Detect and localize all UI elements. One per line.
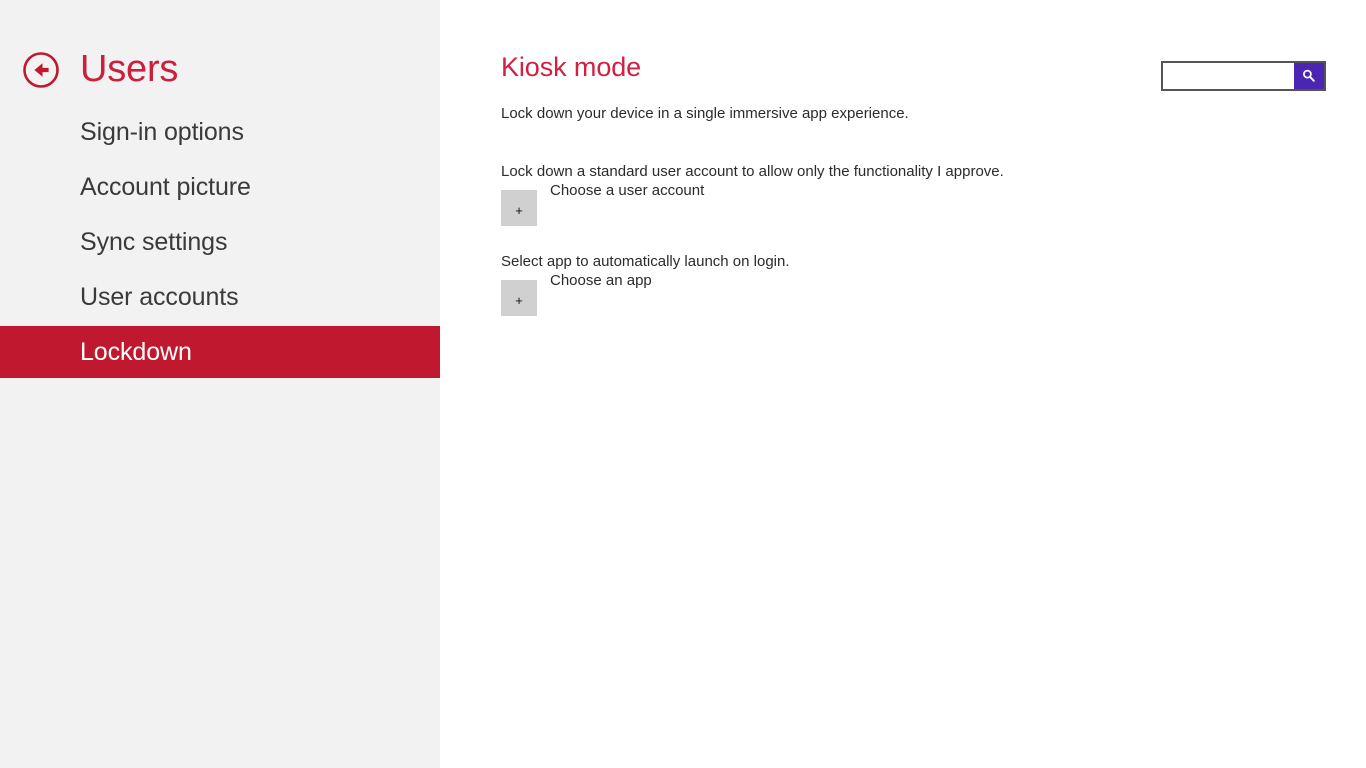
search-box xyxy=(1161,61,1326,91)
sidebar: Users Sign-in options Account picture Sy… xyxy=(0,0,440,768)
choose-app-button[interactable]: + xyxy=(501,280,537,316)
section-launch-app: Select app to automatically launch on lo… xyxy=(501,253,790,316)
section-row: + Choose an app xyxy=(501,272,790,316)
page-title: Users xyxy=(80,48,179,90)
sidebar-item-label: Sync settings xyxy=(80,227,228,256)
sidebar-item-label: Sign-in options xyxy=(80,117,244,146)
content-heading: Kiosk mode xyxy=(501,52,642,82)
sidebar-item-account-picture[interactable]: Account picture xyxy=(0,161,440,213)
sidebar-item-label: Account picture xyxy=(80,172,251,201)
search-input[interactable] xyxy=(1163,63,1294,89)
choose-app-caption: Choose an app xyxy=(550,272,652,289)
plus-icon: + xyxy=(515,293,523,308)
choose-user-account-caption: Choose a user account xyxy=(550,182,705,199)
sidebar-item-label: User accounts xyxy=(80,282,239,311)
main-content: Kiosk mode Lock down your device in a si… xyxy=(440,0,1366,768)
sidebar-item-label: Lockdown xyxy=(80,337,192,366)
sidebar-item-lockdown[interactable]: Lockdown xyxy=(0,326,440,378)
back-arrow-circle-icon xyxy=(23,52,59,88)
search-submit-button[interactable] xyxy=(1294,63,1324,89)
search-icon xyxy=(1303,69,1315,82)
back-button[interactable] xyxy=(22,51,60,89)
section-user-account: Lock down a standard user account to all… xyxy=(501,163,1004,226)
sidebar-item-sign-in-options[interactable]: Sign-in options xyxy=(0,106,440,158)
section-row: + Choose a user account xyxy=(501,182,1004,226)
choose-user-account-button[interactable]: + xyxy=(501,190,537,226)
content-subtitle: Lock down your device in a single immers… xyxy=(501,105,909,122)
section-label: Lock down a standard user account to all… xyxy=(501,163,1004,180)
plus-icon: + xyxy=(515,203,523,218)
sidebar-item-sync-settings[interactable]: Sync settings xyxy=(0,216,440,268)
sidebar-header: Users xyxy=(0,42,440,98)
section-label: Select app to automatically launch on lo… xyxy=(501,253,790,270)
sidebar-item-user-accounts[interactable]: User accounts xyxy=(0,271,440,323)
